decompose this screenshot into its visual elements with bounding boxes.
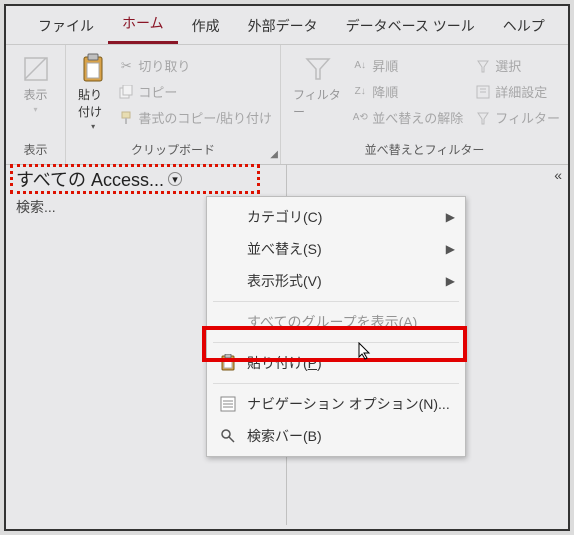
blank-icon bbox=[219, 240, 237, 258]
navpane-title: すべての Access... bbox=[16, 166, 164, 192]
clear-sort-button[interactable]: A⟲ 並べ替えの解除 bbox=[352, 107, 463, 128]
blank-icon bbox=[219, 208, 237, 226]
dropdown-arrow-icon: ▾ bbox=[33, 105, 37, 114]
menu-show-all-groups-label: すべてのグループを表示(A) bbox=[247, 312, 417, 332]
format-painter-label: 書式のコピー/貼り付け bbox=[138, 108, 272, 127]
menu-paste[interactable]: 貼り付け(P) bbox=[207, 347, 465, 379]
group-sort-filter: フィルター A↓ 昇順 Z↓ 降順 A⟲ 並べ替えの解除 bbox=[281, 45, 568, 164]
view-button[interactable]: 表示 ▾ bbox=[17, 51, 55, 117]
clear-sort-label: 並べ替えの解除 bbox=[372, 108, 463, 127]
menu-nav-options-label: ナビゲーション オプション(N)... bbox=[247, 394, 450, 414]
sort-desc-icon: Z↓ bbox=[352, 84, 368, 100]
sort-asc-icon: A↓ bbox=[352, 58, 368, 74]
blank-icon bbox=[219, 313, 237, 331]
toggle-filter-label: フィルター bbox=[495, 108, 560, 127]
submenu-arrow-icon: ▶ bbox=[446, 274, 455, 288]
clipboard-small-icon bbox=[219, 354, 237, 372]
sort-desc-button[interactable]: Z↓ 降順 bbox=[352, 81, 463, 102]
view-button-label: 表示 bbox=[23, 86, 47, 103]
advanced-icon bbox=[475, 84, 491, 100]
tab-help[interactable]: ヘルプ bbox=[489, 8, 559, 44]
menu-display-label: 表示形式(V) bbox=[247, 271, 322, 291]
paste-button-label: 貼り付け bbox=[78, 86, 108, 120]
blank-icon bbox=[219, 272, 237, 290]
sort-asc-label: 昇順 bbox=[372, 56, 398, 75]
cut-button[interactable]: ✂ 切り取り bbox=[118, 55, 272, 76]
menu-category-label: カテゴリ(C) bbox=[247, 207, 322, 227]
menu-category[interactable]: カテゴリ(C) ▶ bbox=[207, 201, 465, 233]
clear-sort-icon: A⟲ bbox=[352, 110, 368, 126]
menu-separator bbox=[213, 383, 459, 384]
menu-nav-options[interactable]: ナビゲーション オプション(N)... bbox=[207, 388, 465, 420]
copy-button[interactable]: コピー bbox=[118, 81, 272, 102]
copy-label: コピー bbox=[138, 82, 177, 101]
tab-file[interactable]: ファイル bbox=[24, 8, 108, 44]
dialog-launcher-icon[interactable]: ◢ bbox=[270, 149, 278, 160]
filter-button[interactable]: フィルター bbox=[289, 51, 346, 123]
advanced-filter-button[interactable]: 詳細設定 bbox=[475, 81, 560, 102]
menu-display[interactable]: 表示形式(V) ▶ bbox=[207, 265, 465, 297]
menu-search-bar[interactable]: 検索バー(B) bbox=[207, 420, 465, 452]
group-clipboard: 貼り付け ▾ ✂ 切り取り コピー bbox=[66, 45, 281, 164]
clipboard-icon bbox=[78, 54, 108, 84]
tab-create[interactable]: 作成 bbox=[178, 8, 234, 44]
ribbon: 表示 ▾ 表示 貼り付け ▾ ✂ 切り取り bbox=[6, 45, 568, 165]
copy-icon bbox=[118, 84, 134, 100]
sort-desc-label: 降順 bbox=[372, 82, 398, 101]
advanced-filter-label: 詳細設定 bbox=[495, 82, 547, 101]
nav-options-icon bbox=[219, 395, 237, 413]
submenu-arrow-icon: ▶ bbox=[446, 210, 455, 224]
filter-button-label: フィルター bbox=[293, 86, 342, 120]
cursor-icon bbox=[358, 342, 372, 360]
menu-separator bbox=[213, 342, 459, 343]
search-icon bbox=[219, 427, 237, 445]
selection-icon bbox=[475, 58, 491, 74]
sort-asc-button[interactable]: A↓ 昇順 bbox=[352, 55, 463, 76]
menu-show-all-groups: すべてのグループを表示(A) bbox=[207, 306, 465, 338]
menu-paste-label: 貼り付け(P) bbox=[247, 353, 322, 373]
tab-db-tools[interactable]: データベース ツール bbox=[332, 8, 489, 44]
menu-sort-label: 並べ替え(S) bbox=[247, 239, 322, 259]
paste-button[interactable]: 貼り付け ▾ bbox=[74, 51, 112, 134]
cut-label: 切り取り bbox=[138, 56, 190, 75]
navpane-header[interactable]: すべての Access... ▾ « bbox=[6, 165, 568, 193]
navpane-dropdown-icon[interactable]: ▾ bbox=[168, 172, 182, 186]
menu-sort[interactable]: 並べ替え(S) ▶ bbox=[207, 233, 465, 265]
menu-search-bar-label: 検索バー(B) bbox=[247, 426, 322, 446]
tab-home[interactable]: ホーム bbox=[108, 5, 178, 44]
selection-filter-button[interactable]: 選択 bbox=[475, 55, 560, 76]
view-icon bbox=[21, 54, 51, 84]
group-clipboard-label: クリップボード bbox=[74, 139, 272, 162]
funnel-icon bbox=[303, 54, 333, 84]
group-view: 表示 ▾ 表示 bbox=[6, 45, 66, 164]
ribbon-tabs: ファイル ホーム 作成 外部データ データベース ツール ヘルプ bbox=[6, 6, 568, 44]
group-sort-filter-label: 並べ替えとフィルター bbox=[289, 139, 560, 162]
submenu-arrow-icon: ▶ bbox=[446, 242, 455, 256]
brush-icon bbox=[118, 110, 134, 126]
dropdown-arrow-icon: ▾ bbox=[91, 122, 95, 131]
funnel-small-icon bbox=[475, 110, 491, 126]
tab-external-data[interactable]: 外部データ bbox=[234, 8, 332, 44]
group-view-label: 表示 bbox=[14, 139, 57, 162]
scissors-icon: ✂ bbox=[118, 58, 134, 74]
context-menu: カテゴリ(C) ▶ 並べ替え(S) ▶ 表示形式(V) ▶ すべてのグループを表… bbox=[206, 196, 466, 457]
format-painter-button[interactable]: 書式のコピー/貼り付け bbox=[118, 107, 272, 128]
toggle-filter-button[interactable]: フィルター bbox=[475, 107, 560, 128]
navpane-collapse-icon[interactable]: « bbox=[554, 167, 562, 183]
selection-filter-label: 選択 bbox=[495, 56, 521, 75]
menu-separator bbox=[213, 301, 459, 302]
